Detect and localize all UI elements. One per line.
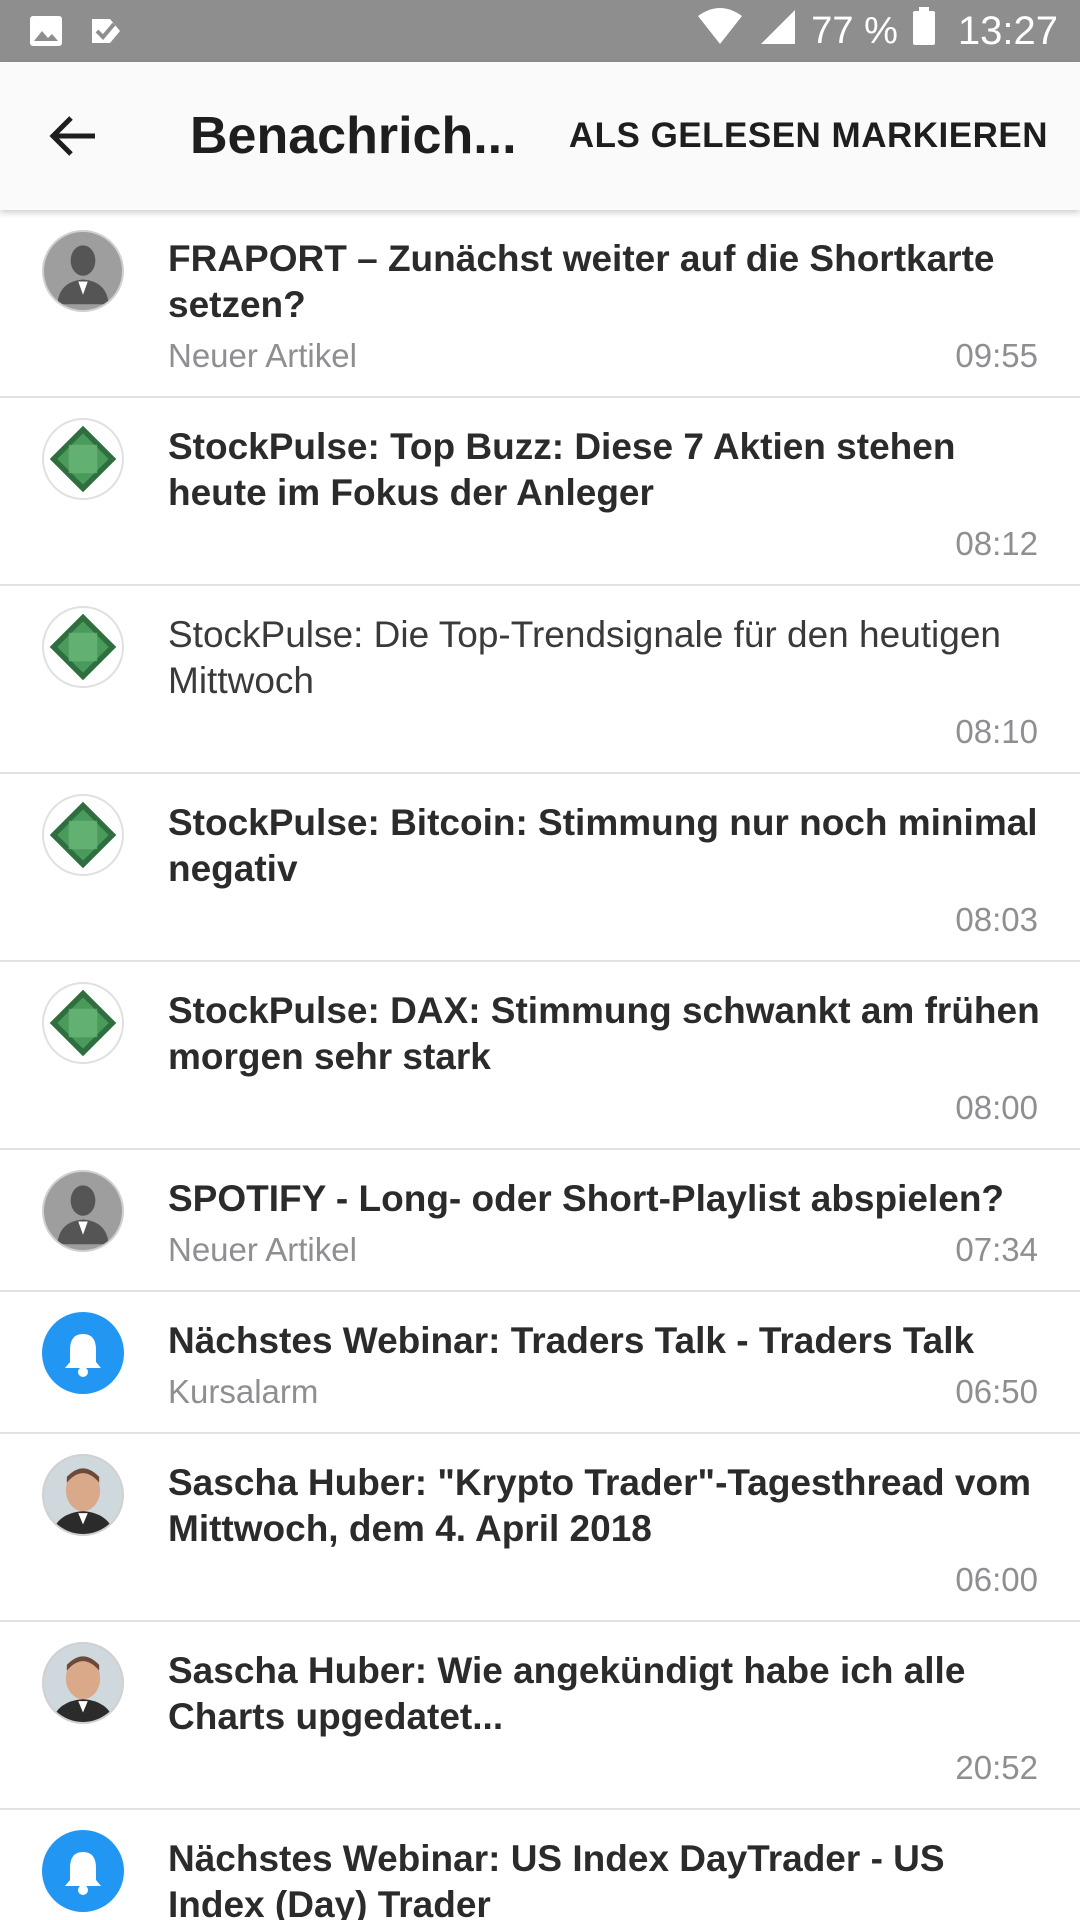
notification-time: 06:50 [955, 1373, 1038, 1410]
notification-item[interactable]: StockPulse: Top Buzz: Diese 7 Aktien ste… [0, 398, 1080, 586]
notification-title: StockPulse: Top Buzz: Diese 7 Aktien ste… [168, 426, 956, 513]
notification-item[interactable]: Sascha Huber: Wie angekündigt habe ich a… [0, 1622, 1080, 1810]
notification-time: 08:00 [955, 1089, 1038, 1126]
status-right: 77 % 13:27 [697, 0, 1058, 62]
battery-icon [912, 6, 936, 56]
user-photo-avatar [42, 1642, 124, 1724]
notification-item[interactable]: StockPulse: Bitcoin: Stimmung nur noch m… [0, 774, 1080, 962]
stockpulse-logo-icon [42, 982, 124, 1064]
notification-title: StockPulse: Die Top-Trendsignale für den… [168, 614, 1002, 701]
status-bar: 77 % 13:27 [0, 0, 1080, 62]
bell-icon [42, 1312, 124, 1394]
wifi-icon [697, 6, 743, 56]
battery-percent: 77 % [811, 9, 898, 52]
notification-time: 08:12 [955, 525, 1038, 562]
stockpulse-logo-icon [42, 606, 124, 688]
notification-subtitle: Neuer Artikel [168, 337, 357, 374]
bell-icon [42, 1830, 124, 1912]
notification-time: 06:00 [955, 1561, 1038, 1598]
notification-title: StockPulse: DAX: Stimmung schwankt am fr… [168, 990, 1040, 1077]
notification-item[interactable]: Sascha Huber: "Krypto Trader"-Tagesthrea… [0, 1434, 1080, 1622]
stockpulse-logo-icon [42, 794, 124, 876]
page-title: Benachrich... [190, 107, 517, 165]
app-bar: Benachrich... ALS GELESEN MARKIEREN [0, 62, 1080, 210]
person-avatar-icon [42, 1170, 124, 1252]
notification-title: SPOTIFY - Long- oder Short-Playlist absp… [168, 1178, 1005, 1219]
notification-subtitle: Kursalarm [168, 1373, 319, 1410]
notification-item[interactable]: StockPulse: DAX: Stimmung schwankt am fr… [0, 962, 1080, 1150]
notification-time: 20:52 [955, 1749, 1038, 1786]
notification-item[interactable]: Nächstes Webinar: Traders Talk - Traders… [0, 1292, 1080, 1434]
notification-list: FRAPORT – Zunächst weiter auf die Shortk… [0, 210, 1080, 1920]
notification-title: Nächstes Webinar: US Index DayTrader - U… [168, 1838, 945, 1920]
stockpulse-logo-icon [42, 418, 124, 500]
notification-item[interactable]: StockPulse: Die Top-Trendsignale für den… [0, 586, 1080, 774]
notification-item[interactable]: Nächstes Webinar: US Index DayTrader - U… [0, 1810, 1080, 1920]
image-icon [28, 13, 64, 54]
notification-item[interactable]: FRAPORT – Zunächst weiter auf die Shortk… [0, 210, 1080, 398]
notification-subtitle: Neuer Artikel [168, 1231, 357, 1268]
status-left-icons [28, 13, 124, 54]
clock: 13:27 [957, 8, 1058, 53]
notification-title: Sascha Huber: Wie angekündigt habe ich a… [168, 1650, 966, 1737]
notification-time: 09:55 [955, 337, 1038, 374]
notification-time: 08:10 [955, 713, 1038, 750]
notification-title: FRAPORT – Zunächst weiter auf die Shortk… [168, 238, 995, 325]
notification-title: Sascha Huber: "Krypto Trader"-Tagesthrea… [168, 1462, 1032, 1549]
arrow-back-icon [49, 116, 95, 156]
notification-time: 08:03 [955, 901, 1038, 938]
check-notify-icon [88, 13, 124, 54]
signal-icon [757, 6, 797, 56]
back-button[interactable] [40, 106, 104, 166]
person-avatar-icon [42, 230, 124, 312]
notification-title: StockPulse: Bitcoin: Stimmung nur noch m… [168, 802, 1038, 889]
notification-item[interactable]: SPOTIFY - Long- oder Short-Playlist absp… [0, 1150, 1080, 1292]
mark-as-read-button[interactable]: ALS GELESEN MARKIEREN [569, 114, 1048, 158]
notification-time: 07:34 [955, 1231, 1038, 1268]
user-photo-avatar [42, 1454, 124, 1536]
notification-title: Nächstes Webinar: Traders Talk - Traders… [168, 1320, 975, 1361]
